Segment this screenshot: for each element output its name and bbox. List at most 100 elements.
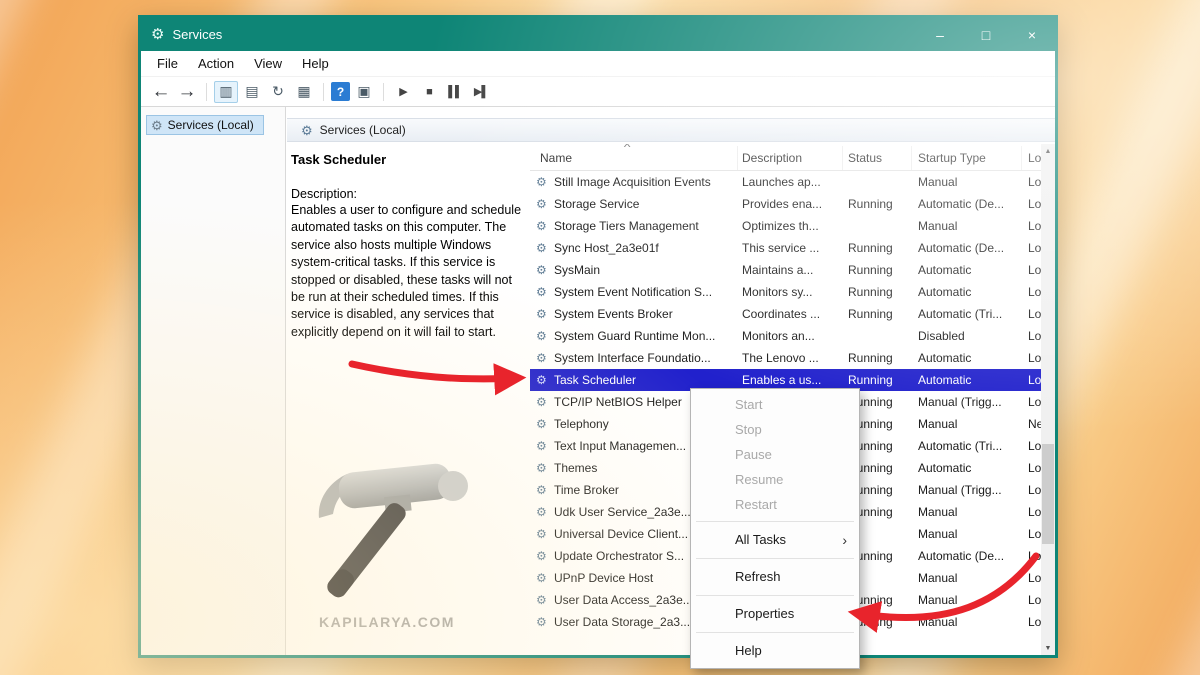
service-gear-icon: ⚙: [536, 567, 551, 589]
service-startup-type-cell: Manual: [918, 567, 1020, 589]
service-name-cell: Still Image Acquisition Events: [554, 171, 736, 193]
column-header-name[interactable]: Name: [530, 146, 738, 170]
scroll-up-icon[interactable]: ▲: [1041, 144, 1055, 158]
service-startup-type-cell: Automatic: [918, 347, 1020, 369]
service-startup-type-cell: Manual: [918, 589, 1020, 611]
table-row[interactable]: ⚙System Event Notification S...Monitors …: [530, 281, 1041, 303]
service-status-cell: [848, 215, 910, 237]
service-description-cell: Provides ena...: [742, 193, 841, 215]
menu-separator: [696, 521, 854, 522]
export-list-icon[interactable]: ▤: [240, 81, 264, 103]
help-icon[interactable]: ?: [331, 82, 350, 101]
service-gear-icon: ⚙: [536, 501, 551, 523]
service-gear-icon: ⚙: [536, 347, 551, 369]
extended-description-pane: Task Scheduler Description: Enables a us…: [289, 144, 529, 655]
menu-item-label: All Tasks: [735, 532, 786, 547]
service-startup-type-cell: Automatic: [918, 457, 1020, 479]
service-log-on-as-cell: Loc: [1028, 347, 1041, 369]
menu-item-label: Resume: [735, 472, 783, 487]
service-log-on-as-cell: Loc: [1028, 589, 1041, 611]
refresh-icon[interactable]: ↻: [266, 81, 290, 103]
context-menu-item-all-tasks[interactable]: All Tasks ›: [691, 526, 859, 554]
table-row[interactable]: ⚙Storage Tiers ManagementOptimizes th...…: [530, 215, 1041, 237]
service-log-on-as-cell: Loc: [1028, 259, 1041, 281]
service-gear-icon: ⚙: [536, 281, 551, 303]
properties-icon[interactable]: ▦: [292, 81, 316, 103]
menu-file[interactable]: File: [147, 53, 188, 74]
minimize-button[interactable]: –: [917, 18, 963, 51]
table-row[interactable]: ⚙System Guard Runtime Mon...Monitors an.…: [530, 325, 1041, 347]
column-header-log-on-as[interactable]: Log: [1022, 146, 1041, 170]
service-gear-icon: ⚙: [536, 215, 551, 237]
menu-view[interactable]: View: [244, 53, 292, 74]
list-header: ^ Name Description Status Startup Type L…: [530, 146, 1041, 171]
service-description-cell: Maintains a...: [742, 259, 841, 281]
maximize-button[interactable]: □: [963, 18, 1009, 51]
table-row[interactable]: ⚙System Interface Foundatio...The Lenovo…: [530, 347, 1041, 369]
column-header-description[interactable]: Description: [738, 146, 843, 170]
start-service-icon[interactable]: ▶: [391, 81, 415, 103]
service-startup-type-cell: Automatic: [918, 369, 1020, 391]
service-name-cell: System Event Notification S...: [554, 281, 736, 303]
service-status-cell: Running: [848, 281, 910, 303]
table-row[interactable]: ⚙SysMainMaintains a...RunningAutomaticLo…: [530, 259, 1041, 281]
watermark-text: KAPILARYA.COM: [297, 614, 477, 630]
titlebar[interactable]: ⚙ Services – □ ×: [141, 18, 1055, 51]
service-log-on-as-cell: Loc: [1028, 435, 1041, 457]
console-body: ⚙ Services (Local) ⚙ Services (Local) Ta…: [141, 107, 1055, 655]
toolbar-separator: [383, 83, 384, 101]
menu-item-label: Properties: [735, 606, 794, 621]
service-gear-icon: ⚙: [536, 325, 551, 347]
context-menu-item-help[interactable]: Help: [691, 637, 859, 665]
service-gear-icon: ⚙: [536, 611, 551, 633]
service-startup-type-cell: Automatic (De...: [918, 193, 1020, 215]
menu-action[interactable]: Action: [188, 53, 244, 74]
tree-item-label: Services (Local): [168, 118, 254, 132]
service-description-cell: Coordinates ...: [742, 303, 841, 325]
service-startup-type-cell: Automatic (De...: [918, 237, 1020, 259]
service-startup-type-cell: Automatic (Tri...: [918, 435, 1020, 457]
service-gear-icon: ⚙: [536, 237, 551, 259]
scroll-down-icon[interactable]: ▼: [1041, 641, 1055, 655]
table-row[interactable]: ⚙Storage ServiceProvides ena...RunningAu…: [530, 193, 1041, 215]
context-menu-item-refresh[interactable]: Refresh: [691, 563, 859, 591]
service-startup-type-cell: Manual (Trigg...: [918, 479, 1020, 501]
services-app-icon: ⚙: [151, 27, 164, 42]
submenu-arrow-icon: ›: [842, 526, 847, 554]
vertical-scrollbar[interactable]: ▲ ▼: [1041, 144, 1055, 655]
service-description-cell: Monitors an...: [742, 325, 841, 347]
table-row[interactable]: ⚙Sync Host_2a3e01fThis service ...Runnin…: [530, 237, 1041, 259]
column-header-startup-type[interactable]: Startup Type: [912, 146, 1022, 170]
service-startup-type-cell: Manual: [918, 611, 1020, 633]
menu-separator: [696, 632, 854, 633]
column-header-status[interactable]: Status: [843, 146, 912, 170]
service-gear-icon: ⚙: [536, 479, 551, 501]
table-row[interactable]: ⚙Still Image Acquisition EventsLaunches …: [530, 171, 1041, 193]
service-gear-icon: ⚙: [536, 413, 551, 435]
context-menu-item-properties[interactable]: Properties: [691, 600, 859, 628]
scrollbar-thumb[interactable]: [1042, 444, 1054, 544]
close-button[interactable]: ×: [1009, 18, 1055, 51]
back-icon[interactable]: ←: [149, 81, 173, 103]
table-row[interactable]: ⚙System Events BrokerCoordinates ...Runn…: [530, 303, 1041, 325]
restart-service-icon[interactable]: ▶▌: [469, 81, 493, 103]
view-header: ⚙ Services (Local): [287, 118, 1055, 142]
context-menu-item-resume: Resume: [691, 467, 859, 492]
tree-item-services-local[interactable]: ⚙ Services (Local): [146, 115, 264, 135]
service-gear-icon: ⚙: [536, 391, 551, 413]
forward-icon[interactable]: →: [175, 81, 199, 103]
service-log-on-as-cell: Loc: [1028, 325, 1041, 347]
show-console-tree-icon[interactable]: ▥: [214, 81, 238, 103]
service-log-on-as-cell: Loc: [1028, 479, 1041, 501]
desktop-background: ⚙ Services – □ × File Action View Help ←…: [0, 0, 1200, 675]
context-menu-item-pause: Pause: [691, 442, 859, 467]
service-startup-type-cell: Manual: [918, 523, 1020, 545]
menu-help[interactable]: Help: [292, 53, 339, 74]
pause-service-icon[interactable]: ▌▌: [443, 81, 467, 103]
service-startup-type-cell: Manual (Trigg...: [918, 391, 1020, 413]
show-action-pane-icon[interactable]: ▣: [352, 81, 376, 103]
menu-separator: [696, 558, 854, 559]
stop-service-icon[interactable]: ■: [417, 81, 441, 103]
view-header-label: Services (Local): [320, 123, 406, 137]
toolbar: ←→ ▥▤↻▦?▣ ▶■▌▌▶▌: [141, 77, 1055, 107]
